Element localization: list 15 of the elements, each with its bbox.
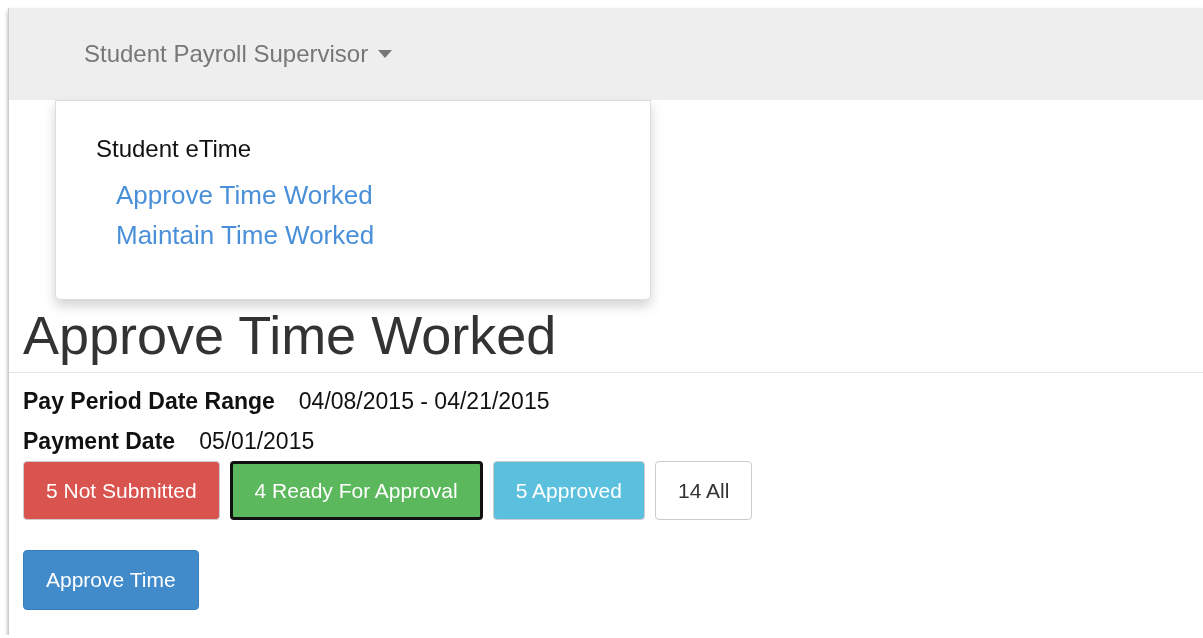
menu-link[interactable]: Approve Time Worked xyxy=(116,175,373,215)
status-filter-button[interactable]: 5 Not Submitted xyxy=(23,461,220,520)
field-label: Payment Date xyxy=(23,427,176,456)
caret-icon xyxy=(378,50,393,58)
field-label: Pay Period Date Range xyxy=(23,387,275,416)
field-value: 04/08/2015 - 04/21/2015 xyxy=(298,387,550,416)
status-filter-button[interactable]: 5 Approved xyxy=(492,461,645,520)
role-menu-toggle[interactable]: Student Payroll Supervisor xyxy=(84,40,393,68)
menu-header: Student eTime xyxy=(96,135,253,163)
status-filter-button[interactable]: 4 Ready For Approval xyxy=(229,461,483,520)
approve-time-button[interactable]: Approve Time xyxy=(23,550,199,610)
page-title: Approve Time Worked xyxy=(23,304,557,366)
menu-link[interactable]: Maintain Time Worked xyxy=(116,215,375,255)
status-filter-button[interactable]: 14 All xyxy=(654,461,753,520)
field-value: 05/01/2015 xyxy=(199,427,315,456)
